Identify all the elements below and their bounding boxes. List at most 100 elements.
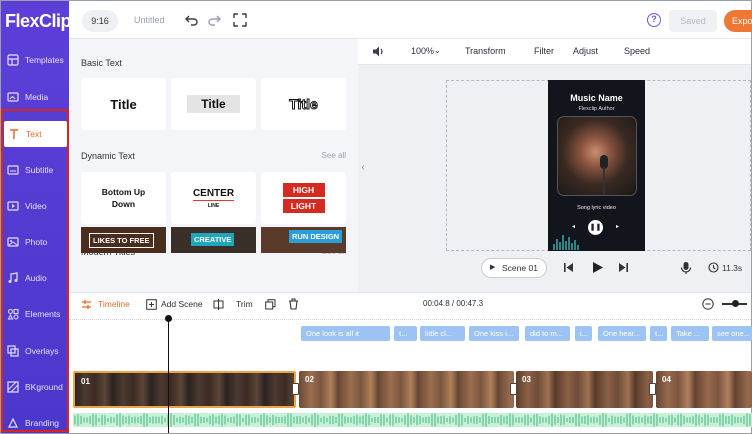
timeline-clip[interactable]: 01 <box>73 371 296 408</box>
subtitle-chip[interactable]: One hear... <box>598 326 646 341</box>
bottom-up-down-card[interactable]: Bottom Up Down <box>81 172 166 224</box>
author-text[interactable]: Flexclip Author <box>548 106 645 112</box>
templates-icon <box>7 54 19 66</box>
center-line-card[interactable]: CENTER LINE <box>171 172 256 224</box>
adjust-button[interactable]: Adjust <box>573 46 598 56</box>
clock-icon <box>708 262 719 273</box>
sidebar-item-video[interactable]: Video <box>0 191 68 221</box>
timeline-clip[interactable]: 03 <box>516 371 653 408</box>
music-name-text[interactable]: Music Name <box>548 93 645 103</box>
chevron-down-icon[interactable]: ⌄ <box>434 46 441 55</box>
transition-handle[interactable] <box>292 383 299 395</box>
play-icon[interactable] <box>591 261 604 274</box>
waveform-graphic <box>553 235 579 250</box>
subtitle-chip[interactable]: Take ... <box>671 326 709 341</box>
timeline-clip[interactable]: 04 <box>656 371 752 408</box>
subtitle-chip[interactable]: One kiss i... <box>469 326 519 341</box>
subtitle-chip[interactable]: t... <box>650 326 667 341</box>
caption-text[interactable]: Song lyric video <box>548 205 645 211</box>
audio-waveform-track[interactable] <box>73 413 752 427</box>
modern-title-card[interactable]: LIKES TO FREE <box>81 227 166 253</box>
dynamic-see-all-link[interactable]: See all <box>322 151 346 160</box>
collapse-panel-icon[interactable]: ‹ <box>358 140 368 196</box>
card-label: HIGH <box>282 183 325 197</box>
basic-title-outline-card[interactable]: Title <box>261 78 346 130</box>
scene-selector[interactable]: ▶ Scene 01 <box>481 258 547 278</box>
timeline-clip[interactable]: 02 <box>299 371 514 408</box>
card-label: RUN DESIGN <box>289 230 343 243</box>
subtitle-chip[interactable]: t... <box>394 326 417 341</box>
singer-photo[interactable] <box>557 116 637 196</box>
video-canvas[interactable]: Music Name Flexclip Author Song lyric vi… <box>548 80 645 251</box>
sidebar-item-branding[interactable]: Branding <box>0 408 68 434</box>
sidebar-item-templates[interactable]: Templates <box>0 45 68 75</box>
video-icon <box>7 200 19 212</box>
transition-handle[interactable] <box>510 383 517 395</box>
subtitle-chip[interactable]: did to m... <box>525 326 570 341</box>
filter-button[interactable]: Filter <box>534 46 554 56</box>
delete-icon[interactable] <box>288 298 299 310</box>
timeline-time: 00:04.8 / 00:47.3 <box>423 299 484 308</box>
project-title[interactable]: Untitled <box>134 15 165 25</box>
skip-back-icon[interactable] <box>563 262 574 273</box>
clip-number: 01 <box>81 377 90 386</box>
help-icon[interactable]: ? <box>647 13 661 27</box>
basic-text-heading: Basic Text <box>81 58 122 68</box>
aspect-ratio-button[interactable]: 9:16 <box>82 10 118 32</box>
transform-button[interactable]: Transform <box>465 46 506 56</box>
add-scene-icon <box>146 299 157 310</box>
sidebar-item-overlays[interactable]: Overlays <box>0 336 68 366</box>
sidebar-item-media[interactable]: Media <box>0 82 68 112</box>
add-scene-button[interactable]: Add Scene <box>161 299 203 309</box>
app-logo[interactable]: FlexClip <box>5 11 72 32</box>
scene-label: Scene <box>502 263 527 273</box>
clip-number: 03 <box>522 375 531 384</box>
sidebar-item-text[interactable]: Text <box>4 121 67 147</box>
text-panel: Basic Text Title Title Title Dynamic Tex… <box>69 39 358 292</box>
branding-icon <box>7 417 19 429</box>
highlight-card[interactable]: HIGH LIGHT <box>261 172 346 224</box>
split-icon[interactable] <box>213 299 224 310</box>
card-label: CENTER <box>192 187 235 201</box>
trim-button[interactable]: Trim <box>236 299 253 309</box>
transition-handle[interactable] <box>649 383 656 395</box>
card-label: LIKES TO FREE <box>89 233 154 248</box>
elements-icon <box>7 308 19 320</box>
timeline-toggle[interactable]: Timeline <box>98 299 130 309</box>
microphone-icon[interactable] <box>680 261 692 275</box>
subtitle-chip[interactable]: One look is all it <box>301 326 390 341</box>
undo-icon[interactable] <box>185 13 199 27</box>
fullscreen-icon[interactable] <box>233 13 247 27</box>
sidebar-item-bkground[interactable]: BKground <box>0 372 68 402</box>
modern-title-card[interactable]: RUN DESIGN <box>261 227 346 253</box>
audio-icon <box>7 272 19 284</box>
zoom-slider-handle[interactable] <box>732 300 739 307</box>
subtitle-chip[interactable]: little cl... <box>420 326 465 341</box>
sidebar-item-audio[interactable]: Audio <box>0 263 68 293</box>
subtitle-chip[interactable]: i... <box>575 326 592 341</box>
card-label: Title <box>110 96 137 112</box>
skip-forward-icon[interactable] <box>618 262 629 273</box>
duplicate-icon[interactable] <box>265 299 276 310</box>
zoom-out-icon[interactable] <box>702 298 714 310</box>
zoom-select[interactable]: 100% <box>411 46 434 56</box>
sidebar-item-subtitle[interactable]: Subtitle <box>0 155 68 185</box>
modern-title-card[interactable]: CREATIVE <box>171 227 256 253</box>
sidebar-item-label: Elements <box>25 309 61 319</box>
scene-number: 01 <box>528 263 538 273</box>
subtitle-chip[interactable]: see one... <box>712 326 752 341</box>
export-button[interactable]: Expo <box>724 10 752 32</box>
playhead-handle[interactable] <box>165 315 172 322</box>
playhead[interactable] <box>168 316 169 433</box>
pause-icon: ❚❚ <box>588 220 603 235</box>
speed-button[interactable]: Speed <box>624 46 650 56</box>
redo-icon[interactable] <box>207 13 221 27</box>
saved-button[interactable]: Saved <box>669 10 717 32</box>
sidebar-item-elements[interactable]: Elements <box>0 299 68 329</box>
basic-title-plain-card[interactable]: Title <box>81 78 166 130</box>
sidebar-item-photo[interactable]: Photo <box>0 227 68 257</box>
card-label: Title <box>187 95 240 113</box>
volume-icon[interactable] <box>372 45 385 58</box>
basic-title-box-card[interactable]: Title <box>171 78 256 130</box>
card-label: Title <box>289 96 319 113</box>
